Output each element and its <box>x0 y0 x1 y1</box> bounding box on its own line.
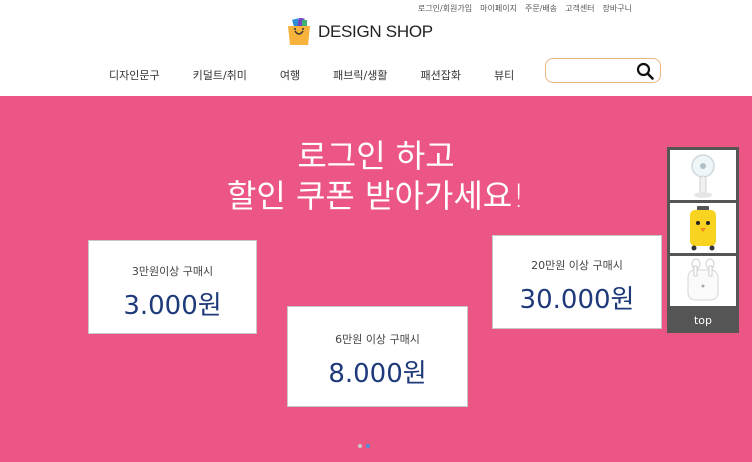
nav-item-fashion[interactable]: 패션잡화 <box>420 67 460 83</box>
slide-indicators <box>358 444 370 448</box>
nav-item-fabric-living[interactable]: 패브릭/생활 <box>333 67 387 83</box>
scroll-top-button[interactable]: top <box>667 308 739 333</box>
headline-line-2: 할인 쿠폰 받아가세요! <box>226 177 526 215</box>
nav-item-kidult-hobby[interactable]: 키덜트/취미 <box>193 67 247 83</box>
recent-item-thumbnail[interactable] <box>670 256 736 306</box>
customer-center-link[interactable]: 고객센터 <box>565 3 594 14</box>
main-nav: 디자인문구 키덜트/취미 여행 패브릭/생활 패션잡화 뷰티 <box>109 67 514 83</box>
search-box <box>545 58 661 83</box>
recent-items-widget: top <box>667 147 739 333</box>
coupon-amount: 3.000원 <box>123 291 222 321</box>
site-logo[interactable]: DESIGN SHOP <box>286 17 433 46</box>
brand-name: DESIGN SHOP <box>318 22 433 41</box>
coupon-condition: 6만원 이상 구매시 <box>335 333 420 346</box>
fan-icon <box>691 154 715 198</box>
utility-links: 로그인/회원가입 마이페이지 주문/배송 고객센터 장바구니 <box>418 3 632 14</box>
cart-link[interactable]: 장바구니 <box>603 3 632 14</box>
recent-item-thumbnail[interactable] <box>670 150 736 200</box>
earbuds-icon <box>687 258 719 301</box>
suitcase-icon <box>690 206 716 251</box>
nav-item-design-stationery[interactable]: 디자인문구 <box>109 67 160 83</box>
slide-dot-1[interactable] <box>358 444 362 448</box>
coupon-card[interactable]: 3만원이상 구매시 3.000원 <box>88 240 257 334</box>
coupon-amount: 8.000원 <box>328 359 427 389</box>
shopping-bag-icon <box>286 17 312 46</box>
mypage-link[interactable]: 마이페이지 <box>480 3 517 14</box>
order-delivery-link[interactable]: 주문/배송 <box>525 3 557 14</box>
login-signup-link[interactable]: 로그인/회원가입 <box>418 3 472 14</box>
nav-item-beauty[interactable]: 뷰티 <box>494 67 514 83</box>
headline-line-1: 로그인 하고 <box>297 137 455 175</box>
coupon-condition: 3만원이상 구매시 <box>131 265 214 278</box>
coupon-amount: 30.000원 <box>519 285 635 315</box>
banner-headline: 로그인 하고 할인 쿠폰 받아가세요! <box>0 136 752 216</box>
coupon-condition: 20만원 이상 구매시 <box>531 259 623 272</box>
coupon-card[interactable]: 6만원 이상 구매시 8.000원 <box>287 306 468 407</box>
search-input[interactable] <box>554 62 638 81</box>
search-icon[interactable] <box>636 62 654 80</box>
coupon-card[interactable]: 20만원 이상 구매시 30.000원 <box>492 235 662 329</box>
slide-dot-2[interactable] <box>366 444 370 448</box>
recent-item-thumbnail[interactable] <box>670 203 736 253</box>
nav-item-travel[interactable]: 여행 <box>280 67 300 83</box>
